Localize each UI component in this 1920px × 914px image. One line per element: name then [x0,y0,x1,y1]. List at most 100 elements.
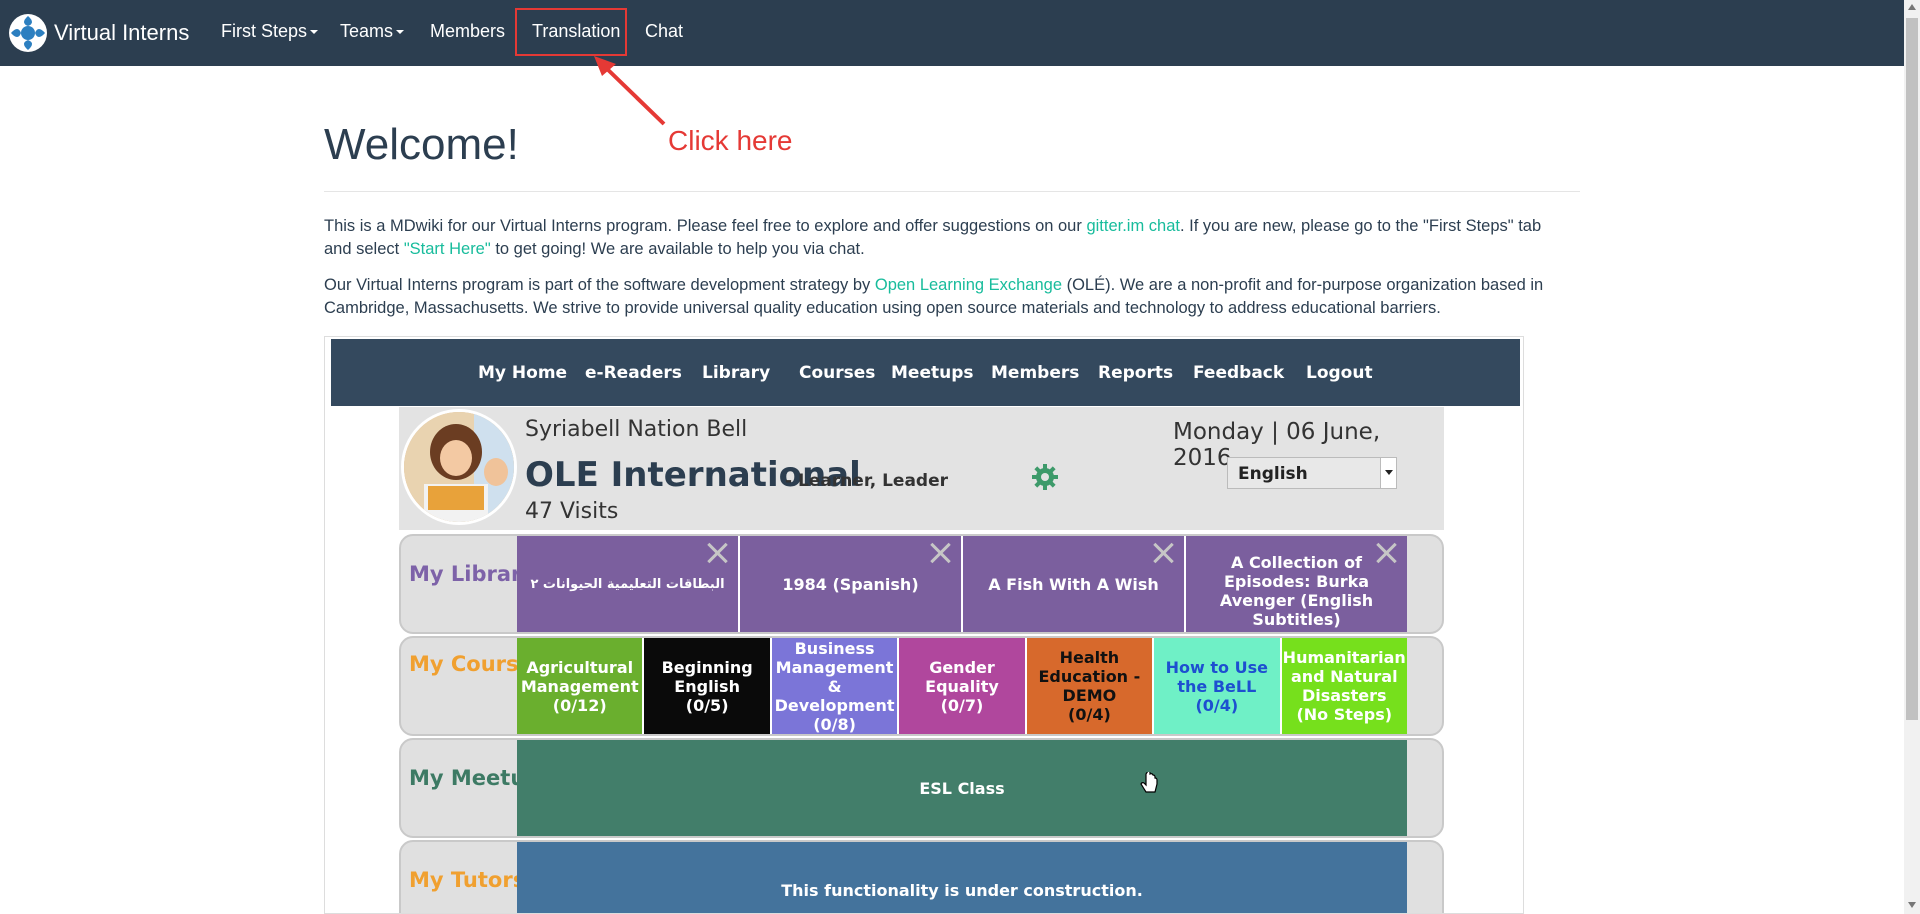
bell-role: - Learner, Leader [785,471,949,491]
course-tile-text: Gender Equality (0/7) [903,658,1020,715]
bell-nav-meetups: Meetups [891,363,974,383]
course-tile: Health Education - DEMO (0/4) [1026,638,1155,734]
course-progress: (0/7) [940,695,984,715]
course-progress: (0/4) [1195,695,1239,715]
course-items: Agricultural Management (0/12) Beginning E… [517,638,1407,734]
nav-first-steps[interactable]: First Steps [221,21,319,42]
library-item: A Fish With A Wish [963,536,1186,632]
course-tile-text: Health Education - DEMO (0/4) [1031,648,1148,724]
bell-nav-ereaders: e-Readers [585,363,682,383]
caret-down-icon [310,30,319,35]
library-item-title: 1984 (Spanish) [782,574,919,594]
course-progress: (0/12) [552,695,607,715]
course-progress: (No Steps) [1296,705,1393,724]
bell-dashboard-screenshot: My Home e-Readers Library Courses Meetup… [324,336,1524,914]
tutor-item: This functionality is under construction… [517,842,1407,913]
click-here-annotation: Click here [668,125,793,156]
bell-site-name: Syriabell Nation Bell [525,417,748,442]
library-item-title: A Fish With A Wish [988,574,1159,594]
library-item: البطاقات التعليمية الحيوانات ٢ [517,536,740,632]
bell-profile-panel: Syriabell Nation Bell OLE International … [399,407,1444,530]
library-item: 1984 (Spanish) [740,536,963,632]
bell-nav-courses: Courses [799,363,876,383]
course-tile: Beginning English (0/5) [644,638,772,734]
course-title: Business Management & Development [774,638,895,715]
course-tile: Agricultural Management (0/12) [517,638,645,734]
course-title: How to Use the BeLL [1165,657,1268,696]
caret-down-icon [396,30,405,35]
scrollbar-thumb[interactable] [1906,18,1918,720]
my-courses-row: My Courses Progress Agricultural Managem… [399,636,1444,736]
ole-link[interactable]: Open Learning Exchange [875,276,1062,294]
nav-members[interactable]: Members [430,21,505,42]
course-tile: How to Use the BeLL (0/4) [1154,638,1282,734]
language-select: English [1227,457,1397,489]
course-tile-text: Agricultural Management (0/12) [521,658,639,715]
avatar [401,409,517,525]
brand-name: Virtual Interns [54,20,190,45]
close-icon [929,542,951,564]
course-progress: (0/5) [685,695,729,715]
my-tutors-label: My Tutors [409,868,526,892]
course-title: Humanitarian and Natural Disasters [1282,648,1406,705]
bell-nav-my-home: My Home [478,363,568,383]
top-navbar: Virtual Interns First Steps Teams Member… [0,0,1904,66]
course-tile: Humanitarian and Natural Disasters (No St… [1281,638,1407,734]
course-tile: Business Management & Development (0/8) [771,638,900,734]
close-icon [1152,542,1174,564]
bell-nav-logout: Logout [1306,363,1373,383]
course-progress: (0/4) [1068,705,1111,724]
my-library-row: My Library البطاقات التعليمية الحيوانات … [399,534,1444,634]
intro-paragraph: This is a MDwiki for our Virtual Interns… [324,215,1554,261]
bell-nav-library: Library [702,363,771,383]
about-text-1: Our Virtual Interns program is part of t… [324,276,875,294]
bell-nav-feedback: Feedback [1193,363,1285,383]
scroll-up-arrow-icon[interactable] [1908,4,1916,10]
course-tile-text: Business Management & Development (0/8) [775,639,895,734]
library-item: A Collection of Episodes: Burka Avenger … [1186,536,1407,632]
close-icon [1375,542,1397,564]
course-tile-text: Humanitarian and Natural Disasters (No St… [1283,648,1406,724]
hand-cursor-icon [1140,772,1158,793]
gitter-chat-link[interactable]: gitter.im chat [1086,217,1180,235]
bell-navbar: My Home e-Readers Library Courses Meetup… [331,339,1520,406]
library-item-title: A Collection of Episodes: Burka Avenger … [1219,553,1374,629]
translation-highlight-box [515,8,627,56]
nav-teams[interactable]: Teams [340,21,405,42]
nav-chat[interactable]: Chat [645,21,683,42]
course-title: Gender Equality [925,657,999,696]
about-paragraph: Our Virtual Interns program is part of t… [324,274,1554,320]
meetup-item-title: ESL Class [919,778,1005,798]
course-tile-text: Beginning English (0/5) [648,658,765,715]
brand-link[interactable]: Virtual Interns [8,13,189,53]
language-select-value: English [1238,464,1308,484]
chevron-down-icon [1380,458,1396,488]
library-item-title: البطاقات التعليمية الحيوانات ٢ [530,576,725,592]
nav-first-steps-label: First Steps [221,21,308,41]
course-tile-text: How to Use the BeLL (0/4) [1158,658,1275,715]
library-items: البطاقات التعليمية الحيوانات ٢ 1984 (Spa… [517,536,1407,632]
meetup-item: ESL Class [517,740,1407,836]
bell-nav-reports: Reports [1098,363,1174,383]
annotation-arrow-icon [594,56,666,126]
intro-text-3: to get going! We are available to help y… [490,240,865,258]
nav-teams-label: Teams [340,21,394,41]
divider [324,191,1580,192]
start-here-link[interactable]: "Start Here" [404,240,491,258]
child-reading-photo [404,412,514,522]
page-title: Welcome! [324,120,519,169]
intro-text-1: This is a MDwiki for our Virtual Interns… [324,217,1087,235]
virtual-interns-logo-icon [9,14,47,52]
close-icon [706,542,728,564]
meetup-items: ESL Class [517,740,1407,836]
bell-nav-members: Members [991,363,1080,383]
course-tile: Gender Equality (0/7) [899,638,1027,734]
course-title: Agricultural Management [520,657,639,696]
tutor-items: This functionality is under construction… [517,842,1407,913]
course-title: Beginning English [661,657,753,696]
my-meetups-row: My Meetups ESL Class [399,738,1444,838]
my-tutors-row: My Tutors This functionality is under co… [399,840,1444,913]
scroll-down-arrow-icon[interactable] [1908,902,1916,908]
course-progress: (0/8) [813,714,856,734]
bell-visits: 47 Visits [525,499,619,524]
